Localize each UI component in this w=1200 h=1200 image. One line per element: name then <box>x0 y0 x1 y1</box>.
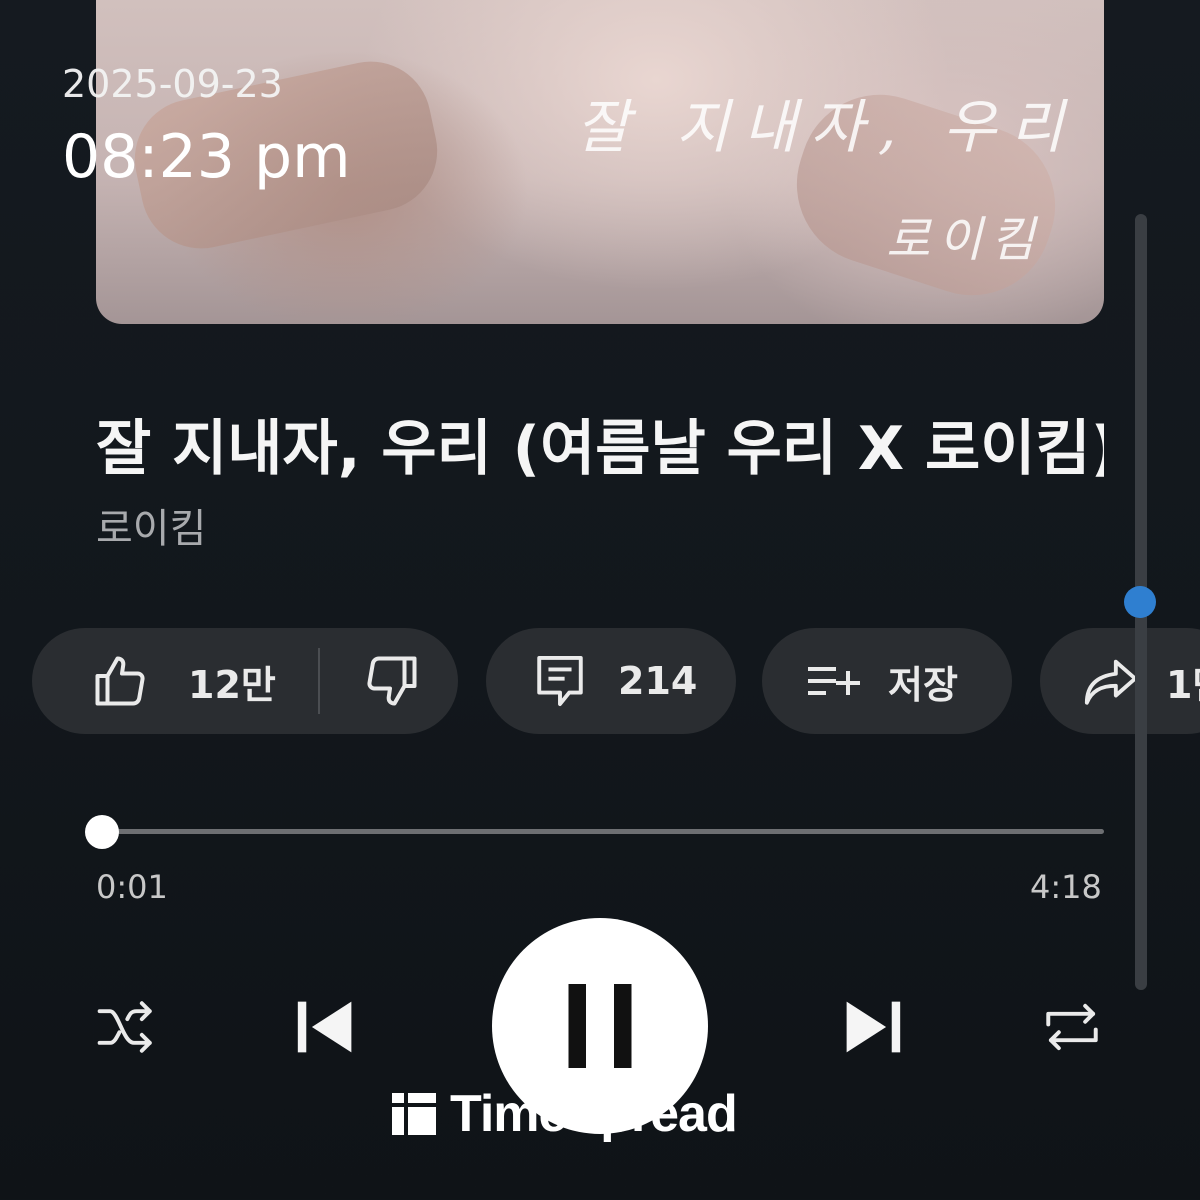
repeat-button[interactable] <box>1036 994 1108 1060</box>
album-cover-title: 잘 지내자, 우리 <box>576 93 1078 161</box>
share-icon <box>1084 659 1138 705</box>
next-button[interactable] <box>834 992 910 1062</box>
comment-button[interactable]: 214 <box>486 628 736 734</box>
chip-divider <box>317 648 320 714</box>
shuffle-button[interactable] <box>90 994 162 1060</box>
status-time: 08:23 pm <box>62 122 351 192</box>
total-time: 4:18 <box>1030 868 1102 906</box>
share-count: 1만 <box>1166 662 1200 707</box>
save-button[interactable]: 저장 <box>762 628 1012 734</box>
album-cover-artist: 로이킴 <box>886 212 1043 268</box>
like-button[interactable] <box>90 651 154 711</box>
save-label: 저장 <box>888 662 958 707</box>
previous-button[interactable] <box>288 992 364 1062</box>
thumbs-down-icon <box>367 656 417 706</box>
progress-knob[interactable] <box>85 815 119 849</box>
progress-track[interactable] <box>98 829 1104 834</box>
repeat-icon <box>1046 1003 1098 1051</box>
watermark: TimeSpread <box>390 1085 738 1143</box>
comment-icon <box>537 655 583 707</box>
track-artist[interactable]: 로이킴 <box>96 496 206 554</box>
playlist-add-icon <box>808 667 860 695</box>
shuffle-icon <box>97 1001 152 1053</box>
skip-previous-icon <box>297 1001 352 1053</box>
track-title: 잘 지내자, 우리 (여름날 우리 X 로이킴) <box>96 414 1104 480</box>
status-date: 2025-09-23 <box>62 62 283 106</box>
like-count: 12만 <box>188 662 276 707</box>
comment-count: 214 <box>618 659 698 703</box>
dislike-button[interactable] <box>362 651 426 711</box>
watermark-logo-icon <box>392 1093 436 1135</box>
share-button[interactable]: 1만 <box>1040 628 1200 734</box>
scrollbar-thumb[interactable] <box>1124 586 1156 618</box>
like-dislike-group: 12만 <box>32 628 458 734</box>
pause-icon <box>568 984 632 1068</box>
skip-next-icon <box>846 1001 901 1053</box>
thumbs-up-icon <box>95 656 145 706</box>
current-time: 0:01 <box>96 868 168 906</box>
watermark-text: TimeSpread <box>450 1085 738 1143</box>
